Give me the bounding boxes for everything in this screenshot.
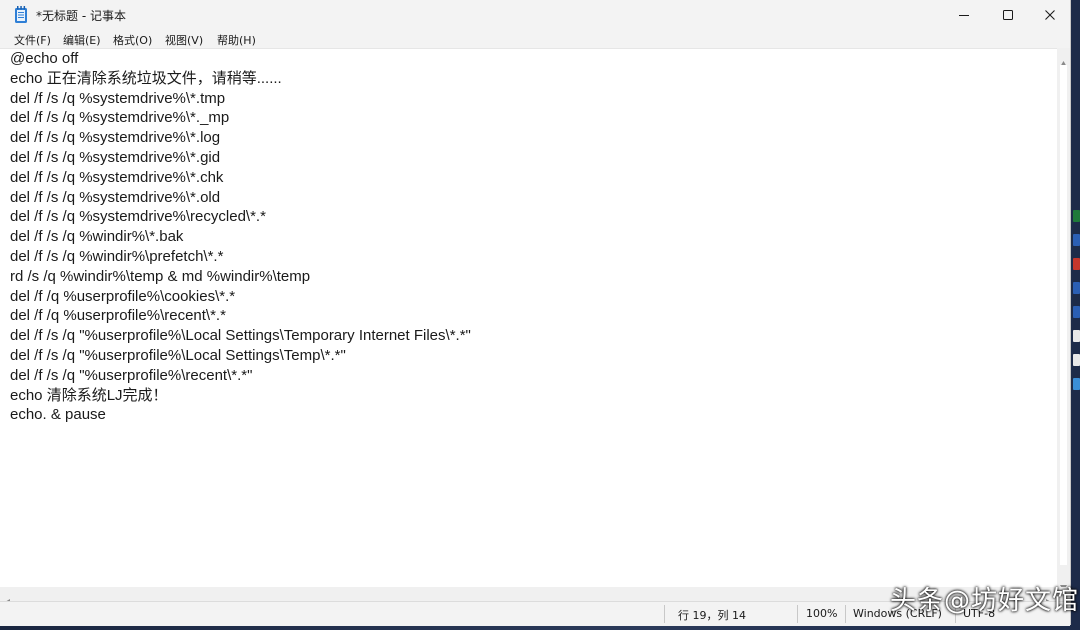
- title-bar[interactable]: *无标题 - 记事本: [0, 0, 1070, 30]
- editor-line: echo 正在清除系统垃圾文件，请稍等......: [10, 69, 282, 87]
- menu-help[interactable]: 帮助(H): [217, 32, 256, 48]
- notepad-window: *无标题 - 记事本 文件(F) 编辑(E) 格式(O) 视图(V) 帮助(H): [0, 0, 1071, 626]
- close-icon: [1044, 6, 1056, 25]
- menu-file[interactable]: 文件(F): [14, 32, 51, 48]
- desktop-pdf-icon[interactable]: [1073, 258, 1080, 270]
- editor-line: del /f /s /q %systemdrive%\*.gid: [10, 149, 221, 166]
- maximize-button[interactable]: [986, 0, 1030, 30]
- menu-view[interactable]: 视图(V): [165, 32, 203, 48]
- status-divider: [845, 605, 846, 623]
- editor-line: echo 清除系统LJ完成！: [10, 386, 168, 404]
- editor-line: del /f /s /q "%userprofile%\recent\*.*": [10, 366, 253, 384]
- minimize-button[interactable]: [942, 0, 986, 30]
- minimize-icon: [958, 6, 970, 25]
- editor-line: del /f /s /q %systemdrive%\*.log: [10, 129, 221, 147]
- status-divider: [797, 605, 798, 623]
- editor-line: @echo off: [10, 50, 79, 67]
- desktop-file-icon[interactable]: [1073, 354, 1080, 366]
- text-editor-area[interactable]: @echo off echo 正在清除系统垃圾文件，请稍等...... del …: [0, 48, 1057, 588]
- editor-line: del /f /s /q %systemdrive%\*.chk: [10, 168, 224, 186]
- editor-line: del /f /s /q %windir%\prefetch\*.*: [10, 248, 224, 265]
- desktop-word-icon[interactable]: [1073, 282, 1080, 294]
- editor-line: del /f /s /q %systemdrive%\*.old: [10, 188, 221, 206]
- cursor-position: 行 19，列 14: [678, 609, 746, 622]
- desktop-word-icon[interactable]: [1073, 306, 1080, 318]
- editor-line: del /f /q %userprofile%\cookies\*.*: [10, 287, 236, 305]
- editor-line: echo. & pause: [10, 406, 106, 424]
- close-button[interactable]: [1028, 0, 1072, 30]
- maximize-icon: [1002, 6, 1014, 25]
- editor-line: del /f /s /q %systemdrive%\recycled\*.*: [10, 208, 266, 226]
- editor-line: rd /s /q %windir%\temp & md %windir%\tem…: [10, 267, 311, 285]
- notepad-icon: [14, 6, 28, 23]
- menu-edit[interactable]: 编辑(E): [63, 32, 101, 48]
- desktop-file-icon[interactable]: [1073, 330, 1080, 342]
- editor-line: del /f /s /q %systemdrive%\*.tmp: [10, 89, 226, 107]
- desktop-word-icon[interactable]: [1073, 234, 1080, 246]
- desktop-app-icon[interactable]: [1073, 378, 1080, 390]
- zoom-level: 100%: [806, 607, 838, 620]
- status-divider: [664, 605, 665, 623]
- watermark-text: 头条@坊好文馆: [890, 586, 1080, 616]
- editor-line: del /f /s /q "%userprofile%\Local Settin…: [10, 327, 471, 345]
- editor-line: del /f /q %userprofile%\recent\*.*: [10, 307, 226, 325]
- vertical-scroll-track[interactable]: [1060, 65, 1067, 565]
- vertical-scrollbar[interactable]: [1057, 48, 1070, 591]
- editor-line: del /f /s /q %systemdrive%\*._mp: [10, 109, 230, 127]
- menu-format[interactable]: 格式(O): [113, 32, 152, 48]
- window-title: *无标题 - 记事本: [36, 9, 126, 23]
- editor-line: del /f /s /q "%userprofile%\Local Settin…: [10, 347, 346, 364]
- desktop-excel-icon[interactable]: [1073, 210, 1080, 222]
- editor-line: del /f /s /q %windir%\*.bak: [10, 228, 184, 246]
- menu-bar: 文件(F) 编辑(E) 格式(O) 视图(V) 帮助(H): [0, 30, 1070, 48]
